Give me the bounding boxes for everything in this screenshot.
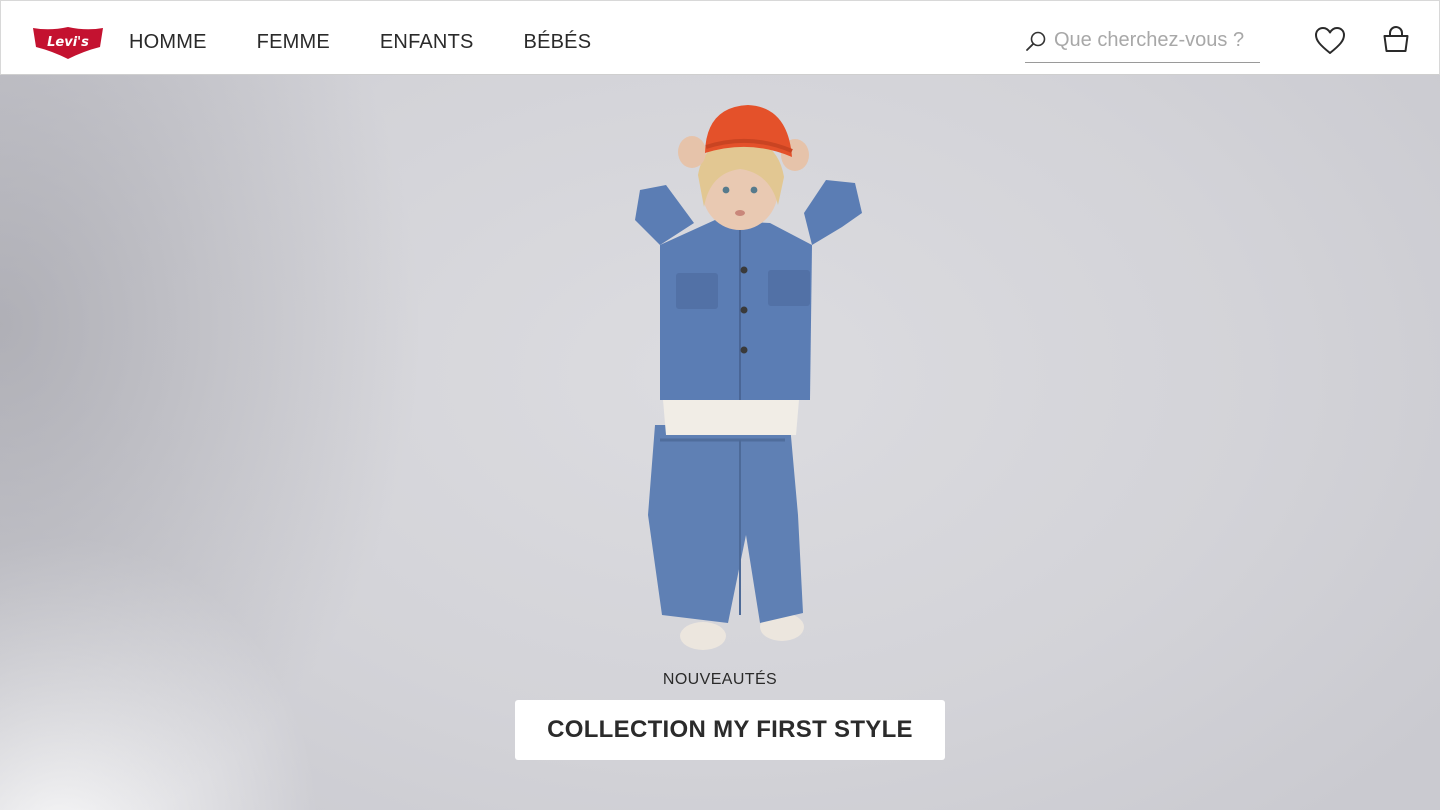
heart-icon[interactable] [1314, 25, 1346, 57]
nav-item-femme[interactable]: FEMME [257, 29, 330, 55]
search-input[interactable] [1054, 26, 1254, 54]
nav-item-bebes[interactable]: BÉBÉS [524, 29, 592, 55]
site-header: Levi's HOMME FEMME ENFANTS BÉBÉS [0, 0, 1440, 75]
levis-logo[interactable]: Levi's [32, 25, 104, 61]
nav-item-homme[interactable]: HOMME [129, 29, 207, 55]
shopping-bag-icon[interactable] [1380, 25, 1412, 57]
hero-banner[interactable]: NOUVEAUTÉS COLLECTION MY FIRST STYLE [0, 75, 1440, 810]
nav-item-enfants[interactable]: ENFANTS [380, 29, 474, 55]
search-box[interactable] [1025, 26, 1260, 63]
svg-text:Levi's: Levi's [47, 35, 89, 50]
hero-eyebrow: NOUVEAUTÉS [662, 671, 778, 688]
hero-image-child-in-denim [635, 105, 862, 650]
main-nav: HOMME FEMME ENFANTS BÉBÉS [129, 29, 641, 55]
collection-cta-button[interactable]: COLLECTION MY FIRST STYLE [515, 700, 945, 760]
search-icon[interactable] [1025, 30, 1047, 52]
